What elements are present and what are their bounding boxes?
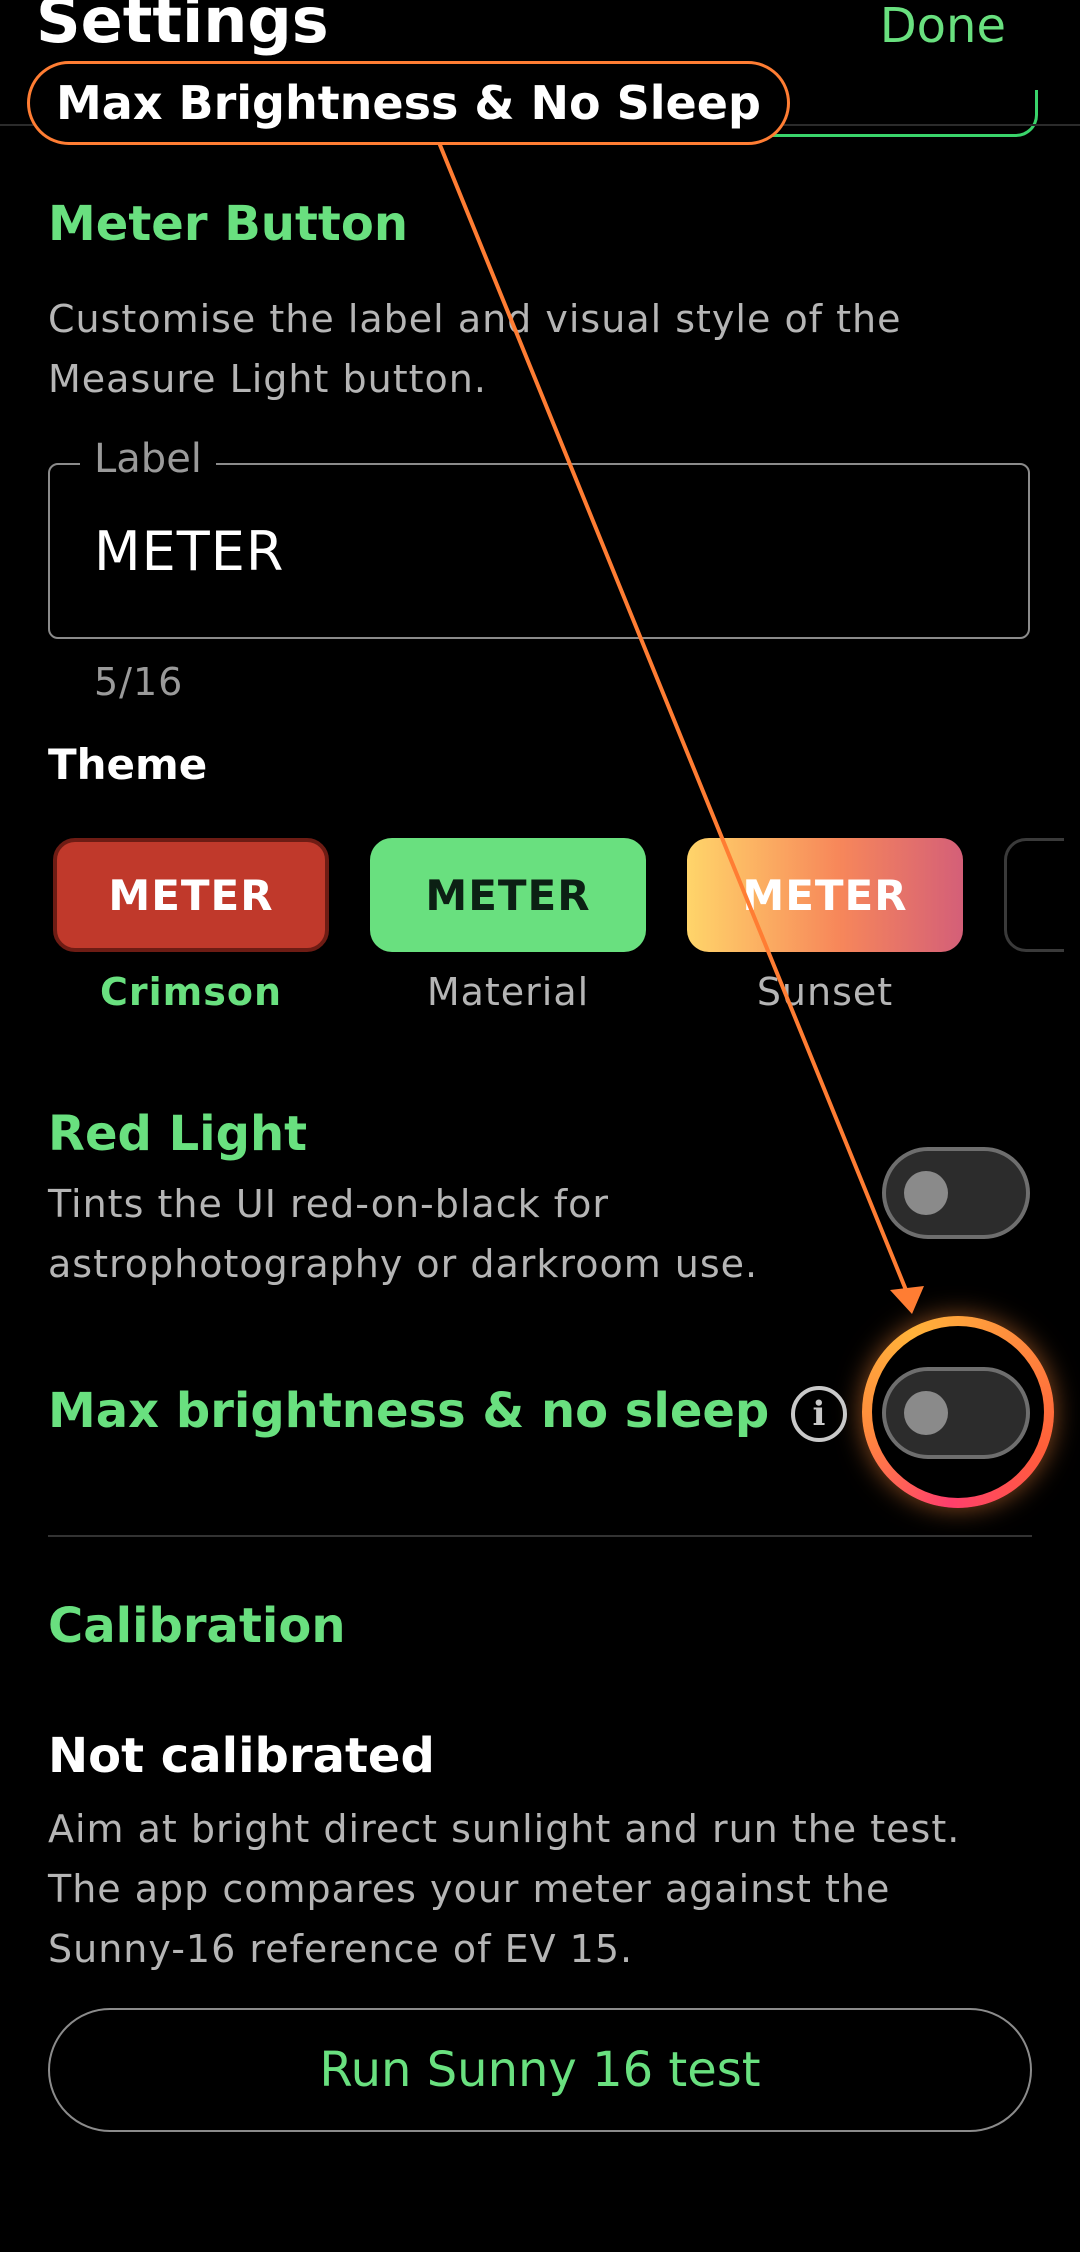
calibration-description: Aim at bright direct sunlight and run th… xyxy=(48,1807,961,1971)
section-divider xyxy=(48,1535,1032,1537)
theme-material-name: Material xyxy=(426,970,590,1014)
label-input-label: Label xyxy=(80,436,216,482)
theme-material-button[interactable]: METER xyxy=(370,838,646,952)
theme-crimson-name: Crimson xyxy=(99,970,283,1014)
meter-button-heading: Meter Button xyxy=(48,196,408,252)
theme-crimson-button[interactable]: METER xyxy=(53,838,329,952)
theme-heading: Theme xyxy=(48,740,208,789)
label-input-value[interactable]: METER xyxy=(94,520,284,583)
meter-button-description: Customise the label and visual style of … xyxy=(48,297,902,401)
done-button[interactable]: Done xyxy=(880,2,1006,50)
red-light-heading: Red Light xyxy=(48,1106,308,1162)
max-brightness-toggle[interactable] xyxy=(882,1367,1030,1459)
info-icon[interactable]: i xyxy=(791,1386,847,1442)
calibration-heading: Calibration xyxy=(48,1598,346,1654)
toggle-knob xyxy=(904,1171,948,1215)
page-title: Settings xyxy=(36,0,329,57)
red-light-description: Tints the UI red-on-black for astrophoto… xyxy=(48,1182,759,1286)
char-counter: 5/16 xyxy=(94,660,184,704)
annotation-callout: Max Brightness & No Sleep xyxy=(27,61,790,145)
run-sunny16-button[interactable]: Run Sunny 16 test xyxy=(48,2008,1032,2132)
max-brightness-heading: Max brightness & no sleep xyxy=(48,1383,770,1439)
theme-sunset-button[interactable]: METER xyxy=(687,838,963,952)
red-light-toggle[interactable] xyxy=(882,1147,1030,1239)
theme-sunset-name: Sunset xyxy=(756,970,894,1014)
toggle-knob xyxy=(904,1391,948,1435)
theme-next-peek[interactable] xyxy=(1004,838,1064,952)
calibration-status: Not calibrated xyxy=(48,1728,435,1784)
